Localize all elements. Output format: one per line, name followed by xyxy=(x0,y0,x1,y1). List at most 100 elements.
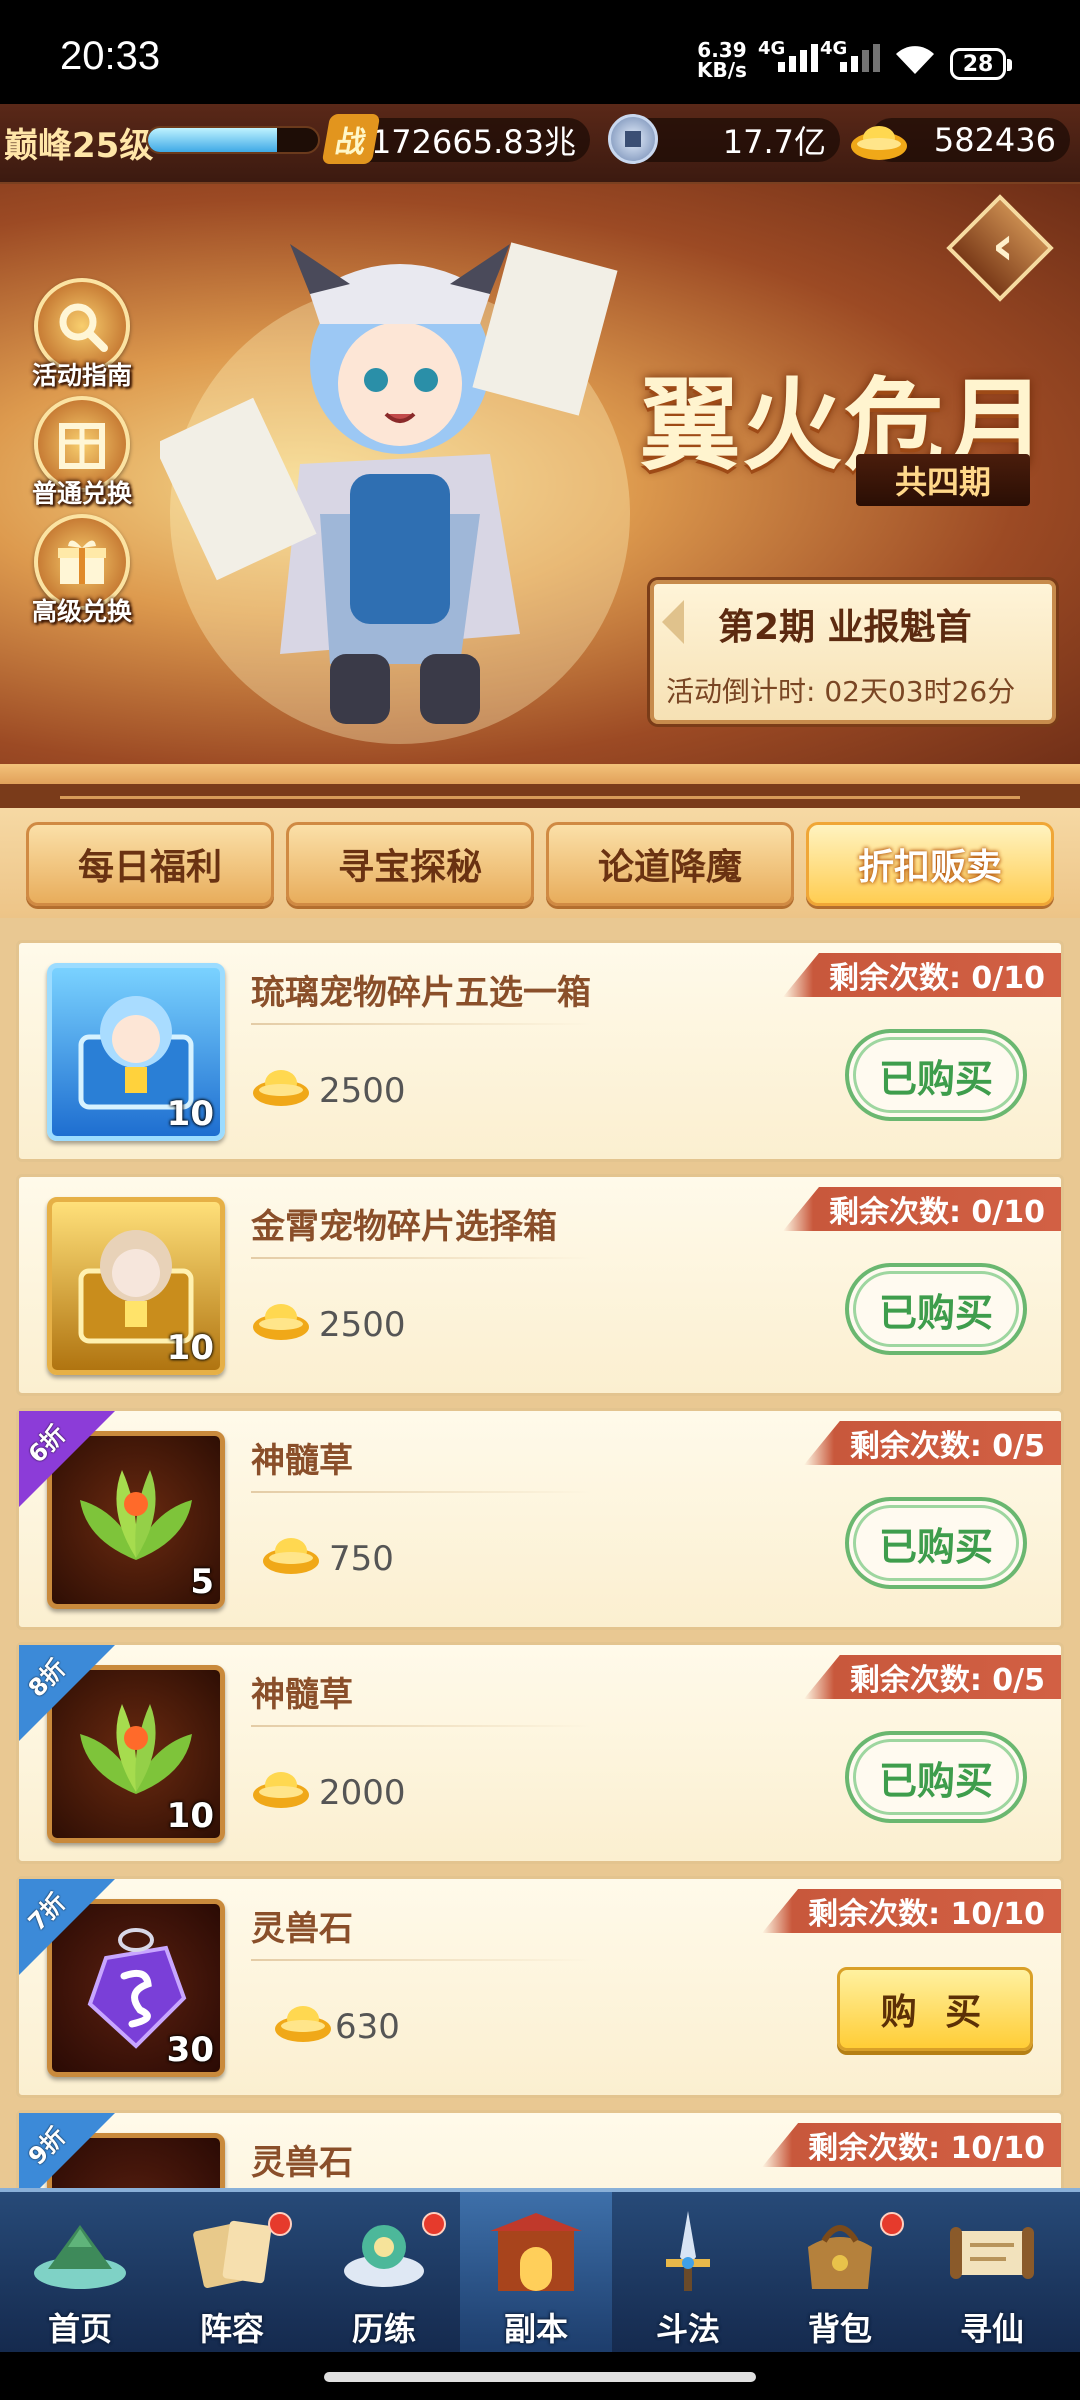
item-price: 2500 xyxy=(319,1071,406,1111)
bag-icon xyxy=(786,2204,894,2300)
shop-item: 10 8折 神髓草 2000 剩余次数: 0/5 已购买 xyxy=(16,1642,1064,1864)
event-banner: 活动指南 普通兑换 高级兑换 ‹ 翼火危月 共四期 第2期 业报魁首 活动倒计时… xyxy=(0,184,1080,794)
remaining-count: 剩余次数: 0/5 xyxy=(803,1655,1061,1699)
item-name: 神髓草 xyxy=(251,1675,353,1715)
buy-button[interactable]: 购 买 xyxy=(837,1967,1033,2051)
nav-label: 斗法 xyxy=(655,2310,720,2348)
divider-line xyxy=(60,796,1020,799)
nav-training[interactable]: 历练 xyxy=(308,2192,460,2352)
signal-icon xyxy=(840,44,880,72)
gold-ingot-icon xyxy=(253,1070,309,1106)
tab-label: 论道降魔 xyxy=(597,847,742,888)
gold-ingot-icon xyxy=(263,1538,319,1574)
name-underline xyxy=(251,1257,591,1259)
xp-bar-fill xyxy=(148,128,278,152)
discount-label: 8折 xyxy=(22,1653,72,1703)
shop-item: 10 琉璃宠物碎片五选一箱 2500 剩余次数: 0/10 已购买 xyxy=(16,940,1064,1162)
normal-exchange-button[interactable]: 普通兑换 xyxy=(30,396,134,510)
nav-duel[interactable]: 斗法 xyxy=(612,2192,764,2352)
tab-demon-subdue[interactable]: 论道降魔 xyxy=(546,822,794,906)
training-icon xyxy=(330,2204,438,2300)
nav-seek-immortal[interactable]: 寻仙 xyxy=(916,2192,1068,2352)
combat-power: 172665.83兆 xyxy=(370,123,576,161)
total-periods: 共四期 xyxy=(856,454,1030,506)
nav-home[interactable]: 首页 xyxy=(4,2192,156,2352)
nav-label: 首页 xyxy=(47,2310,112,2348)
battery-icon: 28 xyxy=(950,48,1012,80)
bottom-nav: 首页 阵容 历练 副本 斗法 背包 寻仙 xyxy=(0,2188,1080,2352)
tab-treasure-hunt[interactable]: 寻宝探秘 xyxy=(286,822,534,906)
prev-period-arrow-icon[interactable] xyxy=(662,600,684,644)
activity-guide-label: 活动指南 xyxy=(31,361,132,390)
item-name: 灵兽石 xyxy=(251,1909,353,1949)
purchased-button[interactable]: 已购买 xyxy=(845,1263,1027,1355)
nav-backpack[interactable]: 背包 xyxy=(764,2192,916,2352)
herb-icon: 10 xyxy=(47,1665,225,1843)
period-name: 第2期 业报魁首 xyxy=(718,607,972,648)
spirit-stone-icon: 30 xyxy=(47,1899,225,2077)
power-icon: 战 xyxy=(321,114,381,164)
purchased-button[interactable]: 已购买 xyxy=(845,1731,1027,1823)
nav-dungeon[interactable]: 副本 xyxy=(460,2192,612,2352)
coins-amount: 17.7亿 xyxy=(722,123,826,161)
item-quantity: 10 xyxy=(166,1328,214,1368)
name-underline xyxy=(251,1725,591,1727)
item-price: 2500 xyxy=(319,1305,406,1345)
gold-ingot-icon xyxy=(253,1772,309,1808)
remaining-count: 剩余次数: 10/10 xyxy=(762,2123,1061,2167)
signal-icon xyxy=(778,44,818,72)
herb-icon: 5 xyxy=(47,1431,225,1609)
period-panel: 第2期 业报魁首 活动倒计时: 02天03时26分 xyxy=(650,580,1056,724)
nav-label: 历练 xyxy=(351,2310,416,2348)
name-underline xyxy=(251,1959,591,1961)
home-gesture-bar[interactable] xyxy=(324,2372,756,2382)
net-speed: 6.39 KB/s xyxy=(697,38,747,82)
shop-list[interactable]: 10 琉璃宠物碎片五选一箱 2500 剩余次数: 0/10 已购买 10 金霄宠… xyxy=(0,918,1080,2188)
remaining-count: 剩余次数: 0/5 xyxy=(803,1421,1061,1465)
blue-chest-icon: 10 xyxy=(47,963,225,1141)
item-name: 琉璃宠物碎片五选一箱 xyxy=(251,973,591,1013)
tab-label: 每日福利 xyxy=(77,847,222,888)
remaining-count: 剩余次数: 10/10 xyxy=(762,1889,1061,1933)
notification-dot xyxy=(880,2212,904,2236)
tab-bar: 每日福利 寻宝探秘 论道降魔 折扣贩卖 xyxy=(0,808,1080,918)
item-price: 2000 xyxy=(319,1773,406,1813)
notification-dot xyxy=(268,2212,292,2236)
purchased-button[interactable]: 已购买 xyxy=(845,1497,1027,1589)
item-quantity: 10 xyxy=(166,1796,214,1836)
nav-label: 阵容 xyxy=(199,2310,264,2348)
tab-label: 寻宝探秘 xyxy=(337,847,482,888)
item-quantity: 5 xyxy=(190,1562,214,1602)
copper-coin-icon xyxy=(608,114,658,164)
item-quantity: 30 xyxy=(166,2030,214,2070)
player-level: 巅峰25级 xyxy=(4,126,154,166)
item-name: 神髓草 xyxy=(251,1441,353,1481)
shop-item: 10 金霄宠物碎片选择箱 2500 剩余次数: 0/10 已购买 xyxy=(16,1174,1064,1396)
purchased-button[interactable]: 已购买 xyxy=(845,1029,1027,1121)
nav-lineup[interactable]: 阵容 xyxy=(156,2192,308,2352)
tab-daily-welfare[interactable]: 每日福利 xyxy=(26,822,274,906)
tab-discount-sale[interactable]: 折扣贩卖 xyxy=(806,822,1054,906)
tab-label: 折扣贩卖 xyxy=(857,847,1002,888)
discount-label: 9折 xyxy=(22,2121,72,2171)
remaining-count: 剩余次数: 0/10 xyxy=(782,1187,1061,1231)
discount-label: 6折 xyxy=(22,1419,72,1469)
activity-guide-button[interactable]: 活动指南 xyxy=(30,278,134,392)
gate-icon xyxy=(482,2204,590,2300)
gold-chest-icon: 10 xyxy=(47,1197,225,1375)
wifi-icon xyxy=(896,46,934,74)
home-island-icon xyxy=(26,2204,134,2300)
gold-ingot-icon xyxy=(851,126,907,160)
resource-bar: 巅峰25级 172665.83兆 战 17.7亿 582436 xyxy=(0,104,1080,184)
shop-item: 30 7折 灵兽石 630 剩余次数: 10/10 购 买 xyxy=(16,1876,1064,2098)
premium-exchange-label: 高级兑换 xyxy=(31,597,132,626)
notification-dot xyxy=(422,2212,446,2236)
normal-exchange-label: 普通兑换 xyxy=(31,479,132,508)
item-price: 750 xyxy=(329,1539,394,1579)
premium-exchange-button[interactable]: 高级兑换 xyxy=(30,514,134,628)
back-arrow-icon: ‹ xyxy=(991,214,1015,277)
xp-bar xyxy=(146,126,320,154)
nav-label: 背包 xyxy=(807,2310,872,2348)
item-name: 灵兽石 xyxy=(251,2143,353,2183)
shop-item: 9折 灵兽石 剩余次数: 10/10 xyxy=(16,2110,1064,2188)
